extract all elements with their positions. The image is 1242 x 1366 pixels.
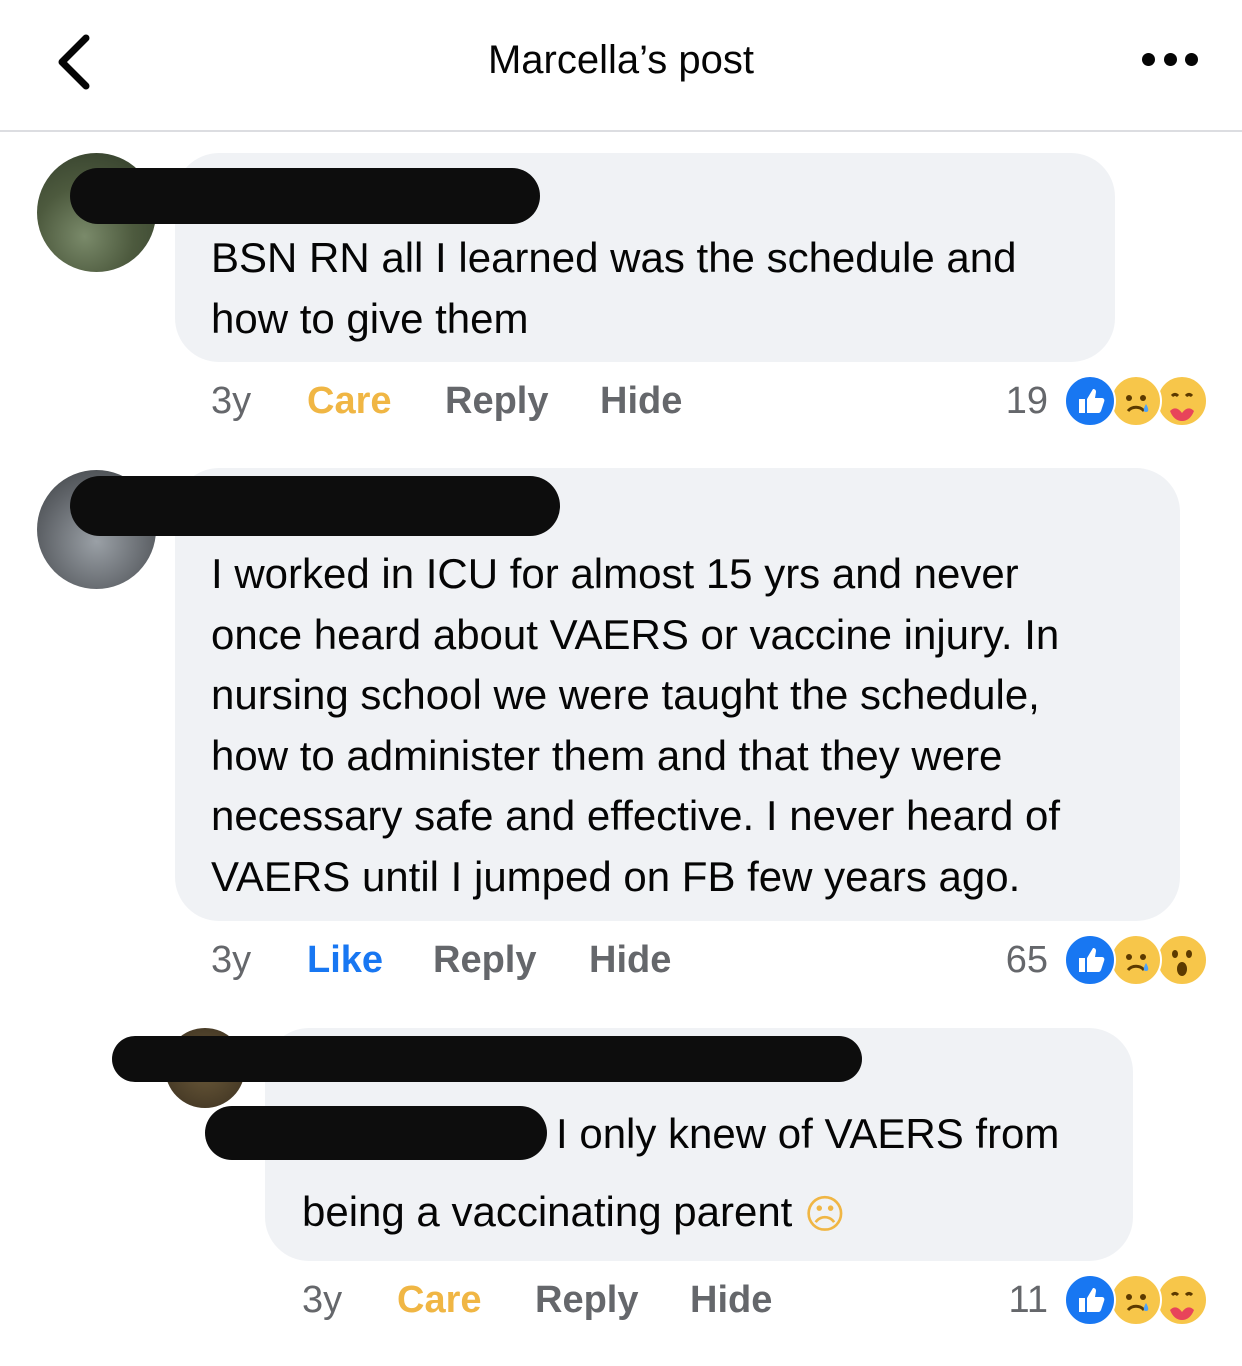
reaction-count[interactable]: 11 xyxy=(988,1279,1048,1322)
comment-text-line: necessary safe and effective. I never he… xyxy=(211,792,1061,839)
redacted-name xyxy=(205,1106,547,1160)
reply-button[interactable]: Reply xyxy=(433,939,536,982)
comment-age: 3y xyxy=(302,1279,343,1321)
care-button[interactable]: Care xyxy=(307,380,392,423)
sad-reaction-icon xyxy=(1110,934,1162,986)
reply-button[interactable]: Reply xyxy=(535,1279,638,1322)
comment-age: 3y xyxy=(211,380,252,422)
hide-button[interactable]: Hide xyxy=(600,380,682,423)
like-reaction-icon xyxy=(1064,1274,1116,1326)
care-reaction-icon xyxy=(1156,1274,1208,1326)
reaction-summary[interactable] xyxy=(1064,1274,1208,1326)
care-button[interactable]: Care xyxy=(397,1279,482,1322)
comment-text-line: nursing school we were taught the schedu… xyxy=(211,671,1040,718)
sad-reaction-icon xyxy=(1110,1274,1162,1326)
reaction-summary[interactable] xyxy=(1064,375,1208,427)
comment-text-line: how to administer them and that they wer… xyxy=(211,732,1003,779)
comment-text-line: being a vaccinating parent ☹ xyxy=(302,1182,846,1245)
hide-button[interactable]: Hide xyxy=(690,1279,772,1322)
sad-reaction-icon xyxy=(1110,375,1162,427)
comment-age: 3y xyxy=(211,939,252,981)
redacted-name xyxy=(112,1036,862,1082)
comment-text-line: I worked in ICU for almost 15 yrs and ne… xyxy=(211,550,1019,597)
page-title: Marcella’s post xyxy=(487,38,755,82)
more-options-icon[interactable] xyxy=(1142,44,1198,74)
reply-button[interactable]: Reply xyxy=(445,380,548,423)
comment-text: being a vaccinating parent xyxy=(302,1188,793,1235)
comment-text-line: once heard about VAERS or vaccine injury… xyxy=(211,611,1060,658)
redacted-name xyxy=(70,168,540,224)
reaction-count[interactable]: 65 xyxy=(988,939,1048,982)
wow-reaction-icon xyxy=(1156,934,1208,986)
post-header: Marcella’s post xyxy=(0,0,1242,132)
redacted-name xyxy=(70,476,560,536)
frown-emoji-icon: ☹ xyxy=(804,1192,846,1237)
like-reaction-icon xyxy=(1064,934,1116,986)
reaction-summary[interactable] xyxy=(1064,934,1208,986)
comment-text-line: how to give them xyxy=(211,295,529,342)
like-reaction-icon xyxy=(1064,375,1116,427)
hide-button[interactable]: Hide xyxy=(589,939,671,982)
reaction-count[interactable]: 19 xyxy=(988,380,1048,423)
care-reaction-icon xyxy=(1156,375,1208,427)
like-button[interactable]: Like xyxy=(307,939,383,982)
comment-text-line: I only knew of VAERS from xyxy=(556,1110,1060,1157)
comment-text-line: VAERS until I jumped on FB few years ago… xyxy=(211,853,1021,900)
comment-text-line: BSN RN all I learned was the schedule an… xyxy=(211,234,1017,281)
